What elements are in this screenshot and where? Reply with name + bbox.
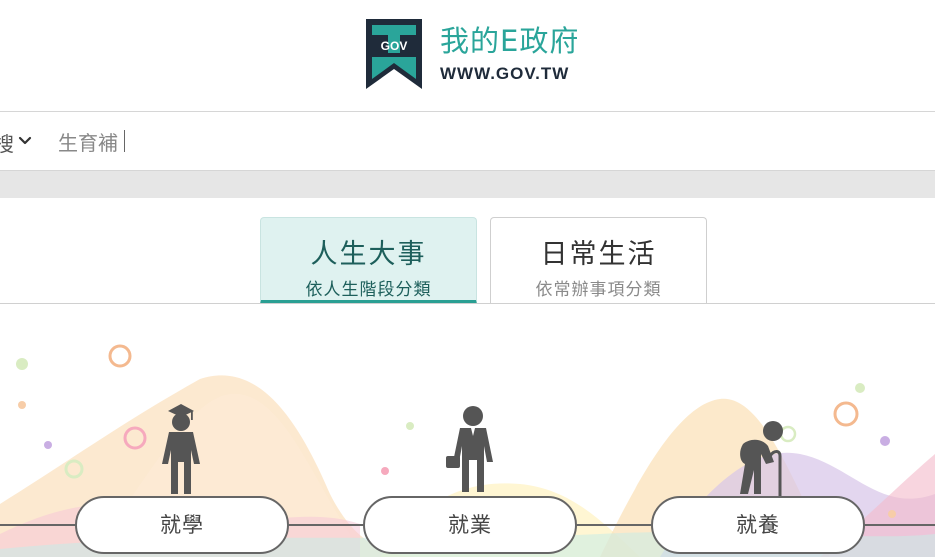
logo-badge-text: GOV — [381, 39, 408, 53]
tab-life-events-label: 人生大事 — [310, 239, 427, 270]
divider-band — [0, 171, 935, 198]
site-header: GOV 我的E政府 WWW.GOV.TW — [0, 0, 935, 111]
logo-url: WWW.GOV.TW — [440, 64, 570, 83]
tab-life-events-sub: 依人生階段分類 — [305, 280, 432, 300]
search-bar: 搜 — [0, 111, 935, 171]
tab-daily-life[interactable]: 日常生活 依常辦事項分類 — [490, 217, 707, 304]
text-caret — [124, 130, 125, 152]
businessman-icon — [446, 406, 493, 492]
stage-button-work[interactable]: 就業 — [363, 496, 577, 554]
tab-daily-life-label: 日常生活 — [540, 239, 657, 270]
tab-daily-life-sub: 依常辦事項分類 — [535, 280, 662, 300]
life-stage-illustration: 就學 就業 就養 — [0, 304, 935, 557]
tab-life-events[interactable]: 人生大事 依人生階段分類 — [260, 217, 477, 304]
chevron-down-icon[interactable] — [18, 129, 32, 153]
logo-title: 我的E政府 — [440, 24, 580, 58]
stage-button-study[interactable]: 就學 — [75, 496, 289, 554]
stage-button-retire[interactable]: 就養 — [651, 496, 865, 554]
search-scope-label[interactable]: 搜 — [0, 128, 14, 157]
search-input[interactable] — [58, 124, 458, 158]
gov-logo-icon: GOV — [362, 17, 426, 91]
site-logo[interactable]: GOV 我的E政府 WWW.GOV.TW — [362, 16, 612, 92]
